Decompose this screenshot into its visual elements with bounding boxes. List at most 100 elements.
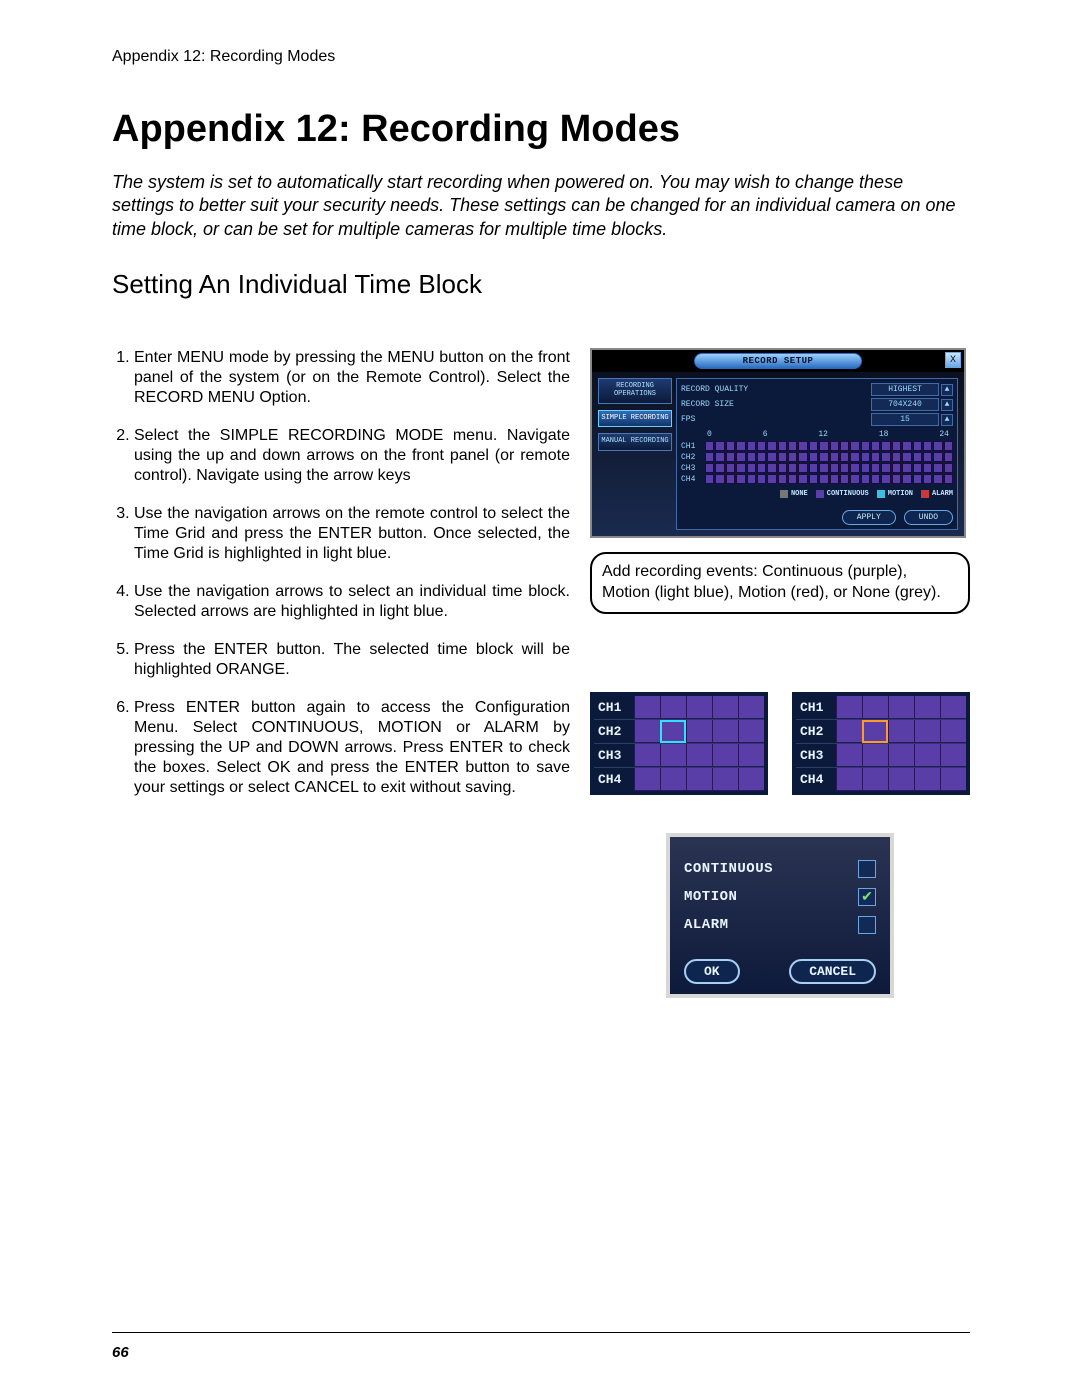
time-cell[interactable] [902, 441, 911, 451]
time-cell[interactable] [809, 463, 818, 473]
time-cell[interactable] [819, 452, 828, 462]
time-cell[interactable] [738, 720, 764, 743]
mini-row[interactable]: CH4 [594, 767, 764, 791]
mini-row[interactable]: CH3 [796, 743, 966, 767]
time-cell[interactable] [757, 452, 766, 462]
time-cell[interactable] [940, 768, 966, 791]
time-cell[interactable] [914, 768, 940, 791]
time-cell[interactable] [778, 474, 787, 484]
time-cell[interactable] [914, 720, 940, 743]
time-cell[interactable] [892, 441, 901, 451]
mini-row[interactable]: CH4 [796, 767, 966, 791]
time-cell[interactable] [705, 474, 714, 484]
time-cell[interactable] [944, 474, 953, 484]
time-cell[interactable] [862, 768, 888, 791]
time-cell[interactable] [660, 720, 686, 743]
mini-row[interactable]: CH1 [594, 696, 764, 719]
time-cell[interactable] [660, 768, 686, 791]
time-cell[interactable] [871, 463, 880, 473]
time-cell[interactable] [840, 452, 849, 462]
time-grid[interactable]: CH1CH2CH3CH4 [681, 441, 953, 484]
sidebar-recording-operations[interactable]: RECORDING OPERATIONS [598, 378, 672, 403]
sidebar-manual-recording[interactable]: MANUAL RECORDING [598, 433, 672, 451]
time-cell[interactable] [819, 441, 828, 451]
time-cell[interactable] [850, 452, 859, 462]
time-cell[interactable] [940, 744, 966, 767]
time-cell[interactable] [862, 696, 888, 719]
time-cell[interactable] [767, 463, 776, 473]
time-cell[interactable] [757, 474, 766, 484]
time-cell[interactable] [767, 474, 776, 484]
time-cell[interactable] [686, 744, 712, 767]
time-cell[interactable] [923, 452, 932, 462]
time-cell[interactable] [862, 720, 888, 743]
time-cell[interactable] [840, 441, 849, 451]
time-cell[interactable] [788, 474, 797, 484]
time-cell[interactable] [830, 474, 839, 484]
time-cell[interactable] [712, 768, 738, 791]
time-cell[interactable] [736, 441, 745, 451]
time-cell[interactable] [944, 463, 953, 473]
option-value[interactable]: 15 [871, 413, 939, 426]
time-cell[interactable] [819, 463, 828, 473]
time-cell[interactable] [923, 441, 932, 451]
time-cell[interactable] [686, 696, 712, 719]
ok-button[interactable]: OK [684, 959, 740, 984]
time-cell[interactable] [892, 463, 901, 473]
time-cell[interactable] [892, 474, 901, 484]
time-cell[interactable] [738, 768, 764, 791]
checkbox-icon[interactable]: ✔ [858, 888, 876, 906]
time-cell[interactable] [881, 463, 890, 473]
sidebar-simple-recording[interactable]: SIMPLE RECORDING [598, 410, 672, 428]
time-cell[interactable] [850, 463, 859, 473]
grid-row[interactable]: CH3 [681, 463, 953, 473]
time-cell[interactable] [660, 744, 686, 767]
option-value[interactable]: 704X240 [871, 398, 939, 411]
time-cell[interactable] [757, 441, 766, 451]
time-cell[interactable] [836, 720, 862, 743]
time-cell[interactable] [944, 441, 953, 451]
time-cell[interactable] [736, 463, 745, 473]
mini-grid-selected-cyan[interactable]: CH1CH2CH3CH4 [590, 692, 768, 795]
time-cell[interactable] [902, 452, 911, 462]
time-cell[interactable] [940, 696, 966, 719]
time-cell[interactable] [736, 452, 745, 462]
time-cell[interactable] [715, 474, 724, 484]
time-cell[interactable] [747, 474, 756, 484]
time-cell[interactable] [705, 441, 714, 451]
time-cell[interactable] [757, 463, 766, 473]
time-cell[interactable] [726, 452, 735, 462]
time-cell[interactable] [788, 441, 797, 451]
time-cell[interactable] [747, 452, 756, 462]
grid-row[interactable]: CH2 [681, 452, 953, 462]
time-cell[interactable] [913, 441, 922, 451]
time-cell[interactable] [861, 474, 870, 484]
time-cell[interactable] [923, 474, 932, 484]
time-cell[interactable] [933, 463, 942, 473]
time-cell[interactable] [862, 744, 888, 767]
grid-row[interactable]: CH4 [681, 474, 953, 484]
spinner-icon[interactable]: ▲ [941, 399, 953, 411]
time-cell[interactable] [881, 441, 890, 451]
time-cell[interactable] [798, 441, 807, 451]
time-cell[interactable] [809, 441, 818, 451]
time-cell[interactable] [830, 463, 839, 473]
time-cell[interactable] [830, 452, 839, 462]
time-cell[interactable] [634, 768, 660, 791]
time-cell[interactable] [836, 744, 862, 767]
mini-row[interactable]: CH1 [796, 696, 966, 719]
time-cell[interactable] [881, 452, 890, 462]
time-cell[interactable] [819, 474, 828, 484]
time-cell[interactable] [888, 768, 914, 791]
time-cell[interactable] [888, 744, 914, 767]
spinner-icon[interactable]: ▲ [941, 414, 953, 426]
grid-row[interactable]: CH1 [681, 441, 953, 451]
time-cell[interactable] [914, 744, 940, 767]
checkbox-icon[interactable] [858, 860, 876, 878]
time-cell[interactable] [892, 452, 901, 462]
time-cell[interactable] [686, 768, 712, 791]
time-cell[interactable] [913, 452, 922, 462]
time-cell[interactable] [686, 720, 712, 743]
close-icon[interactable]: X [945, 352, 961, 368]
undo-button[interactable]: UNDO [904, 510, 953, 525]
